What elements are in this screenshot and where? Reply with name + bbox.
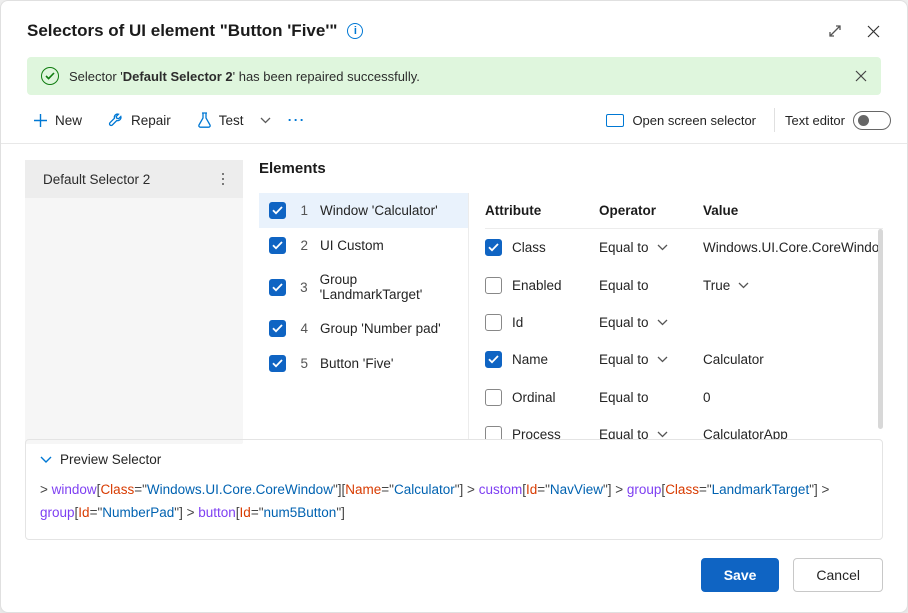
- checkbox[interactable]: [485, 239, 502, 256]
- selector-item[interactable]: Default Selector 2 ⋯: [25, 160, 243, 198]
- element-index: 5: [298, 356, 308, 371]
- checkbox[interactable]: [269, 202, 286, 219]
- element-label: UI Custom: [320, 238, 384, 253]
- element-label: Group 'LandmarkTarget': [320, 272, 458, 302]
- attribute-name: Enabled: [512, 278, 562, 293]
- checkbox[interactable]: [269, 320, 286, 337]
- selector-item-menu[interactable]: ⋯: [215, 168, 233, 191]
- attribute-row: Process Equal to CalculatorApp: [485, 416, 883, 439]
- checkbox[interactable]: [485, 314, 502, 331]
- save-button[interactable]: Save: [701, 558, 780, 592]
- chevron-down-icon: [657, 431, 668, 438]
- chevron-down-icon: [657, 319, 668, 326]
- operator-select[interactable]: Equal to: [599, 240, 699, 255]
- expand-icon[interactable]: [821, 17, 849, 45]
- elements-list: 1 Window 'Calculator' 2 UI Custom 3 Group 'La…: [259, 193, 469, 439]
- attribute-row: Enabled Equal to True: [485, 267, 883, 305]
- attribute-name: Id: [512, 315, 523, 330]
- checkbox[interactable]: [269, 237, 286, 254]
- chevron-down-icon: [657, 244, 668, 251]
- operator-select[interactable]: Equal to: [599, 315, 699, 330]
- attribute-row: Ordinal Equal to 0: [485, 379, 883, 417]
- banner-close-icon[interactable]: [855, 70, 867, 82]
- divider: [774, 108, 775, 132]
- selector-name: Default Selector 2: [43, 172, 150, 187]
- chevron-down-icon: [738, 282, 749, 289]
- wrench-icon: [108, 112, 124, 128]
- checkbox[interactable]: [485, 389, 502, 406]
- element-row[interactable]: 3 Group 'LandmarkTarget': [259, 263, 468, 311]
- text-editor-label: Text editor: [785, 113, 845, 128]
- attribute-row: Class Equal to Windows.UI.Core.CoreWindow: [485, 229, 883, 267]
- attribute-name: Process: [512, 427, 561, 439]
- element-row[interactable]: 5 Button 'Five': [259, 346, 468, 381]
- more-button[interactable]: ⋯: [281, 108, 313, 133]
- dialog-title: Selectors of UI element "Button 'Five'": [27, 21, 337, 41]
- text-editor-toggle[interactable]: [853, 111, 891, 130]
- element-row[interactable]: 2 UI Custom: [259, 228, 468, 263]
- selectors-list: Default Selector 2 ⋯: [25, 160, 243, 444]
- checkbox[interactable]: [485, 277, 502, 294]
- attribute-row: Name Equal to Calculator: [485, 341, 883, 379]
- checkbox[interactable]: [269, 279, 286, 296]
- value-cell[interactable]: True: [703, 277, 873, 295]
- attributes-header: Attribute Operator Value: [485, 193, 883, 229]
- element-index: 3: [298, 280, 308, 295]
- chevron-down-icon: [40, 456, 52, 464]
- elements-heading: Elements: [259, 160, 883, 177]
- test-dropdown[interactable]: [254, 115, 277, 126]
- preview-toggle[interactable]: Preview Selector: [40, 452, 868, 467]
- flask-icon: [197, 112, 212, 128]
- info-icon[interactable]: i: [347, 23, 363, 39]
- element-label: Window 'Calculator': [320, 203, 438, 218]
- checkbox[interactable]: [269, 355, 286, 372]
- attribute-name: Class: [512, 240, 546, 255]
- chevron-down-icon: [657, 356, 668, 363]
- plus-icon: [33, 113, 48, 128]
- checkbox[interactable]: [485, 351, 502, 368]
- operator-select[interactable]: Equal to: [599, 427, 699, 439]
- test-button[interactable]: Test: [189, 107, 252, 133]
- operator-select[interactable]: Equal to: [599, 278, 699, 293]
- preview-selector-code: > window[Class="Windows.UI.Core.CoreWind…: [40, 479, 868, 525]
- new-button[interactable]: New: [25, 108, 90, 133]
- repair-button[interactable]: Repair: [100, 107, 179, 133]
- cancel-button[interactable]: Cancel: [793, 558, 883, 592]
- title-bar: Selectors of UI element "Button 'Five'" …: [1, 1, 907, 57]
- banner-text: Selector 'Default Selector 2' has been r…: [69, 69, 420, 84]
- attributes-panel: Attribute Operator Value Class Equal to Wi…: [469, 193, 883, 439]
- value-cell[interactable]: CalculatorApp: [703, 426, 873, 439]
- attribute-name: Name: [512, 352, 548, 367]
- element-row[interactable]: 4 Group 'Number pad': [259, 311, 468, 346]
- dialog-window: Selectors of UI element "Button 'Five'" …: [0, 0, 908, 613]
- success-banner: Selector 'Default Selector 2' has been r…: [27, 57, 881, 95]
- preview-panel: Preview Selector > window[Class="Windows…: [25, 439, 883, 540]
- screen-icon: [606, 114, 624, 127]
- operator-select[interactable]: Equal to: [599, 352, 699, 367]
- element-index: 1: [298, 203, 308, 218]
- element-index: 2: [298, 238, 308, 253]
- close-icon[interactable]: [859, 17, 887, 45]
- element-row[interactable]: 1 Window 'Calculator': [259, 193, 468, 228]
- value-cell[interactable]: 0: [703, 389, 873, 407]
- attribute-name: Ordinal: [512, 390, 556, 405]
- value-cell[interactable]: Windows.UI.Core.CoreWindow: [703, 239, 883, 257]
- element-label: Button 'Five': [320, 356, 393, 371]
- open-screen-selector-button[interactable]: Open screen selector: [598, 109, 764, 132]
- dialog-footer: Save Cancel: [1, 540, 907, 612]
- value-cell[interactable]: Calculator: [703, 351, 873, 369]
- operator-select[interactable]: Equal to: [599, 390, 699, 405]
- element-label: Group 'Number pad': [320, 321, 441, 336]
- attribute-row: Id Equal to: [485, 304, 883, 341]
- toolbar: New Repair Test ⋯ Open screen selector T…: [1, 101, 907, 144]
- checkbox[interactable]: [485, 426, 502, 439]
- element-index: 4: [298, 321, 308, 336]
- check-circle-icon: [41, 67, 59, 85]
